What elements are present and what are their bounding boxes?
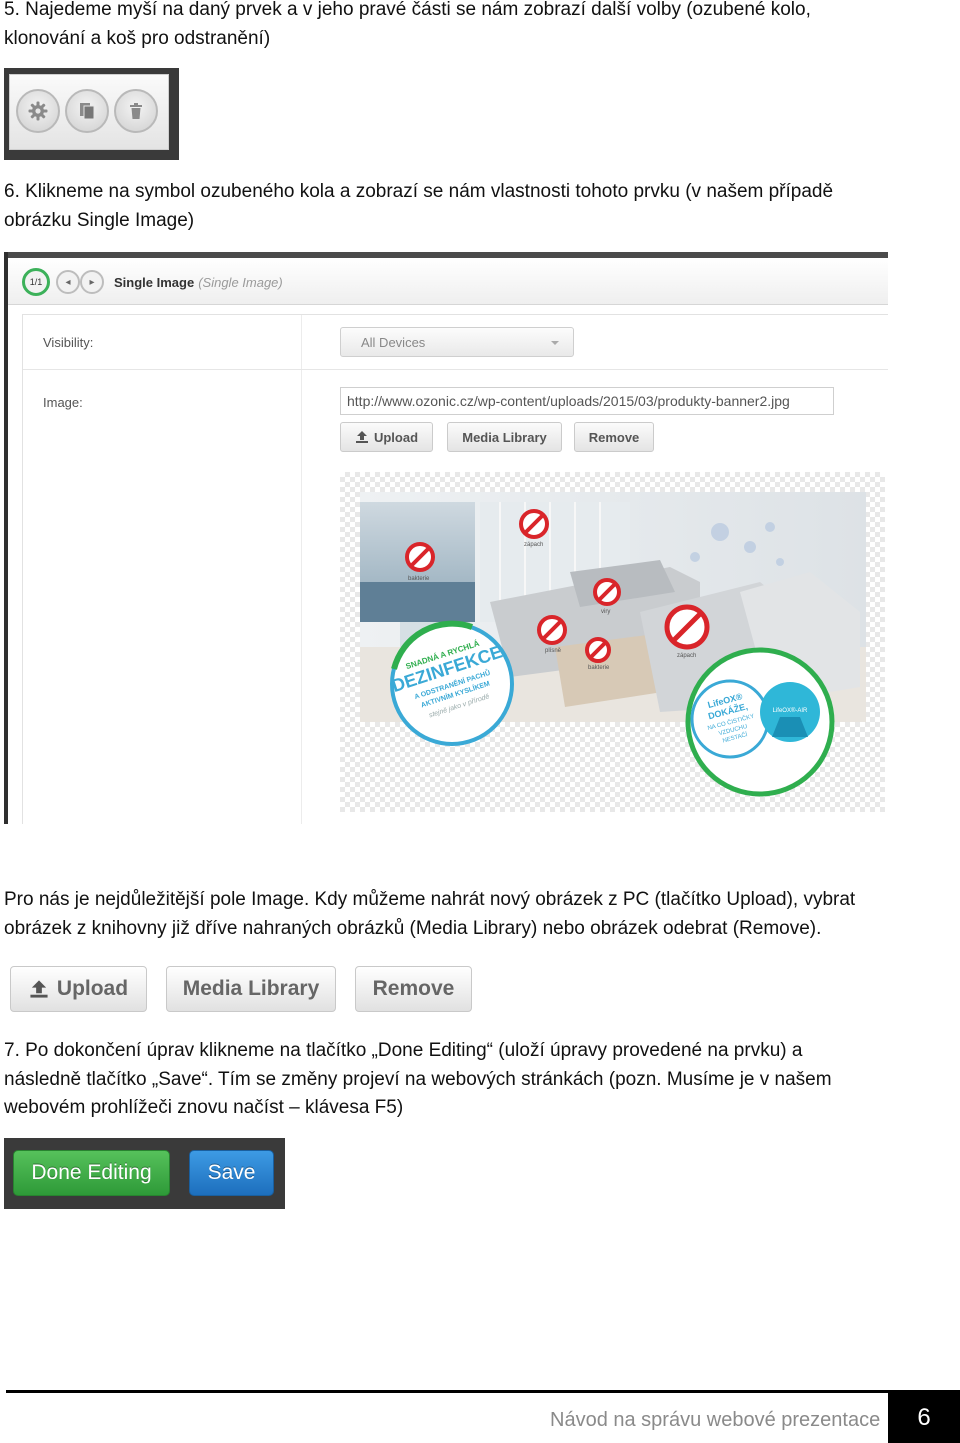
media-library-button-large-label: Media Library bbox=[182, 977, 320, 1000]
editor-subtitle: (Single Image) bbox=[198, 275, 283, 290]
row-divider bbox=[23, 369, 888, 370]
upload-button-label: Upload bbox=[373, 429, 419, 445]
svg-text:viry: viry bbox=[601, 609, 610, 615]
editor-title: Single Image (Single Image) bbox=[114, 275, 283, 290]
done-editing-button[interactable]: Done Editing bbox=[13, 1150, 170, 1196]
visibility-select-value: All Devices bbox=[361, 335, 426, 350]
page-number: 6 bbox=[888, 1393, 960, 1443]
svg-text:zápach: zápach bbox=[677, 653, 696, 659]
page-number-label: 6 bbox=[917, 1404, 931, 1431]
save-label: Save bbox=[207, 1161, 256, 1184]
step7-line2: následně tlačítko „Save“. Tím se změny p… bbox=[4, 1068, 832, 1090]
upload-button-large-label: Upload bbox=[56, 977, 129, 1000]
single-image-editor-screenshot: 1/1 ◂ ▸ Single Image (Single Image) Visib… bbox=[4, 252, 888, 824]
upload-button-large[interactable]: Upload bbox=[10, 966, 147, 1012]
chevron-down-icon bbox=[551, 341, 559, 345]
gear-icon[interactable] bbox=[16, 89, 60, 133]
footer-title: Návod na správu webové prezentace bbox=[550, 1409, 881, 1431]
step6-line2: obrázku Single Image) bbox=[4, 209, 195, 231]
step7-line1: 7. Po dokončení úprav klikneme na tlačít… bbox=[4, 1040, 803, 1061]
pager-current-label: 1/1 bbox=[29, 277, 43, 287]
image-field-description: Pro nás je nejdůležitější pole Image. Kd… bbox=[4, 886, 944, 943]
step5-line1: 5. Najedeme myší na daný prvek a v jeho … bbox=[4, 0, 811, 20]
paragraph-line1: Pro nás je nejdůležitější pole Image. Kd… bbox=[4, 889, 856, 910]
visibility-select[interactable]: All Devices bbox=[340, 327, 574, 357]
step6-line1: 6. Klikneme na symbol ozubeného kola a z… bbox=[4, 181, 834, 202]
step5-text: 5. Najedeme myší na daný prvek a v jeho … bbox=[4, 0, 944, 53]
svg-text:bakterie: bakterie bbox=[588, 665, 610, 671]
svg-text:bakterie: bakterie bbox=[408, 576, 430, 582]
column-divider bbox=[301, 315, 302, 824]
clone-icon[interactable] bbox=[65, 89, 109, 133]
upload-icon bbox=[30, 980, 48, 998]
remove-button[interactable]: Remove bbox=[574, 422, 654, 452]
step5-line2: klonování a koš pro odstranění) bbox=[4, 27, 271, 49]
editor-body: Visibility: All Devices Image: http://ww… bbox=[22, 314, 888, 824]
remove-button-large-label: Remove bbox=[372, 977, 455, 1000]
step7-text: 7. Po dokončení úprav klikneme na tlačít… bbox=[4, 1037, 944, 1123]
visibility-label: Visibility: bbox=[43, 335, 94, 350]
element-actions-screenshot bbox=[4, 68, 179, 160]
element-actions-bar bbox=[9, 74, 169, 150]
done-save-screenshot: Done Editing Save bbox=[4, 1138, 285, 1209]
step7-line3: webovém prohlížeči znovu načíst – kláves… bbox=[4, 1097, 404, 1118]
media-library-button[interactable]: Media Library bbox=[447, 422, 562, 452]
remove-button-label: Remove bbox=[588, 429, 640, 445]
media-library-button-label: Media Library bbox=[462, 429, 547, 445]
upload-button[interactable]: Upload bbox=[340, 422, 433, 452]
footer-rule bbox=[6, 1390, 960, 1393]
svg-text:zápach: zápach bbox=[524, 542, 543, 548]
svg-text:plísně: plísně bbox=[545, 648, 562, 654]
badge-right: LifeOX® DOKÁŽE, NA CO ČISTIČKY VZDUCHU N… bbox=[685, 647, 835, 797]
pager-next-icon[interactable]: ▸ bbox=[80, 270, 104, 294]
banner-image: bakterie zápach viry plísně bakterie záp… bbox=[360, 492, 866, 797]
badge-left: SNADNÁ A RYCHLÁ DEZINFEKCE A ODSTRANĚNÍ … bbox=[389, 620, 514, 746]
image-url-field[interactable]: http://www.ozonic.cz/wp-content/uploads/… bbox=[340, 387, 834, 415]
step6-text: 6. Klikneme na symbol ozubeného kola a z… bbox=[4, 178, 944, 235]
image-label: Image: bbox=[43, 395, 83, 410]
pager-prev-icon[interactable]: ◂ bbox=[56, 270, 80, 294]
editor-title-text: Single Image bbox=[114, 275, 195, 290]
image-preview: bakterie zápach viry plísně bakterie záp… bbox=[340, 472, 885, 812]
save-button[interactable]: Save bbox=[189, 1150, 274, 1196]
media-library-button-large[interactable]: Media Library bbox=[166, 966, 336, 1012]
pager-current[interactable]: 1/1 bbox=[22, 268, 50, 296]
paragraph-line2: obrázek z knihovny již dříve nahraných o… bbox=[4, 917, 822, 939]
upload-icon bbox=[355, 431, 368, 443]
svg-text:LifeOX®-AIR: LifeOX®-AIR bbox=[773, 707, 808, 714]
remove-button-large[interactable]: Remove bbox=[355, 966, 472, 1012]
editor-header: 1/1 ◂ ▸ Single Image (Single Image) bbox=[8, 258, 888, 305]
trash-icon[interactable] bbox=[114, 89, 158, 133]
done-editing-label: Done Editing bbox=[31, 1161, 152, 1184]
